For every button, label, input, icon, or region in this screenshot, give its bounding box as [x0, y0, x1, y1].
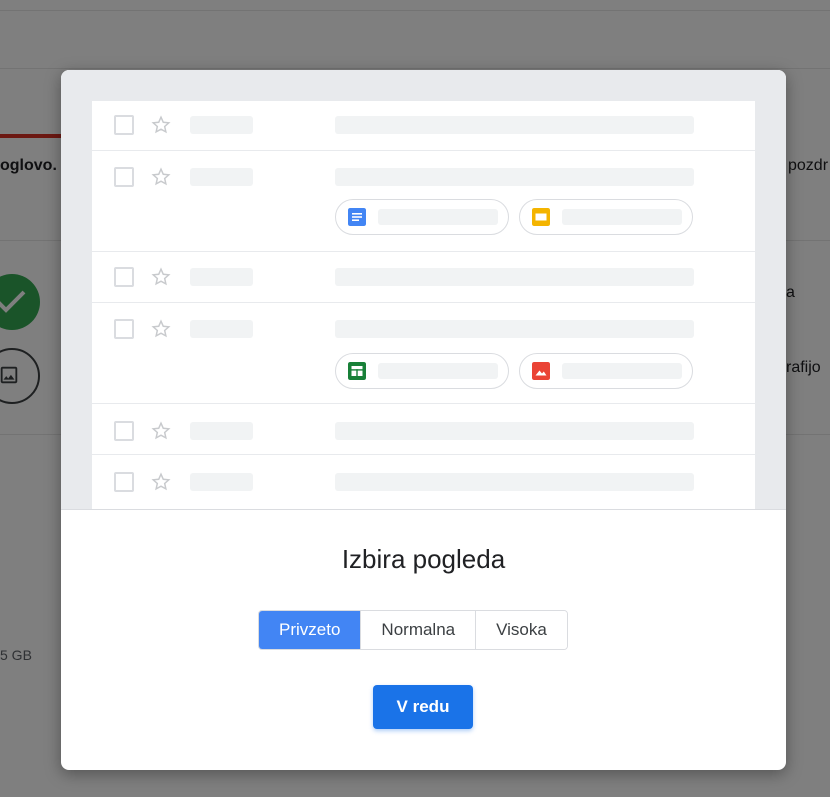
star-icon	[151, 421, 171, 440]
checkbox-icon	[114, 167, 134, 187]
attachment-name-placeholder	[378, 363, 498, 379]
sender-placeholder	[190, 422, 253, 440]
attachment-chip	[519, 353, 693, 389]
density-option-default[interactable]: Privzeto	[259, 611, 361, 649]
density-dialog: Izbira pogleda Privzeto Normalna Visoka …	[61, 70, 786, 770]
slides-icon	[532, 208, 550, 226]
sender-placeholder	[190, 268, 253, 286]
subject-placeholder	[335, 168, 694, 186]
sender-placeholder	[190, 116, 253, 134]
preview-message-list	[92, 101, 755, 509]
density-option-high[interactable]: Visoka	[475, 611, 567, 649]
subject-placeholder	[335, 320, 694, 338]
attachment-chip	[335, 199, 509, 235]
sender-placeholder	[190, 320, 253, 338]
dialog-title: Izbira pogleda	[341, 544, 506, 574]
density-option-normal[interactable]: Normalna	[360, 611, 476, 649]
preview-row	[92, 252, 755, 303]
photo-icon	[532, 362, 550, 380]
sender-placeholder	[190, 168, 253, 186]
checkbox-icon	[114, 267, 134, 287]
checkbox-icon	[114, 421, 134, 441]
sheets-icon	[348, 362, 366, 380]
preview-row	[92, 455, 755, 509]
attachment-chip	[335, 353, 509, 389]
attachment-chip	[519, 199, 693, 235]
preview-row	[92, 303, 755, 404]
checkbox-icon	[114, 319, 134, 339]
preview-row	[92, 151, 755, 252]
attachment-name-placeholder	[562, 363, 682, 379]
checkbox-icon	[114, 115, 134, 135]
star-icon	[151, 472, 171, 491]
density-options: Privzeto Normalna Visoka	[258, 610, 568, 650]
subject-placeholder	[335, 473, 694, 491]
preview-row	[92, 101, 755, 151]
checkbox-icon	[114, 472, 134, 492]
sender-placeholder	[190, 473, 253, 491]
divider	[61, 509, 786, 510]
density-preview	[61, 70, 786, 509]
star-icon	[151, 267, 171, 286]
docs-icon	[348, 208, 366, 226]
star-icon	[151, 167, 171, 186]
subject-placeholder	[335, 268, 694, 286]
ok-button[interactable]: V redu	[373, 685, 473, 729]
attachment-name-placeholder	[562, 209, 682, 225]
preview-row	[92, 404, 755, 455]
star-icon	[151, 319, 171, 338]
subject-placeholder	[335, 422, 694, 440]
attachment-name-placeholder	[378, 209, 498, 225]
star-icon	[151, 115, 171, 134]
subject-placeholder	[335, 116, 694, 134]
